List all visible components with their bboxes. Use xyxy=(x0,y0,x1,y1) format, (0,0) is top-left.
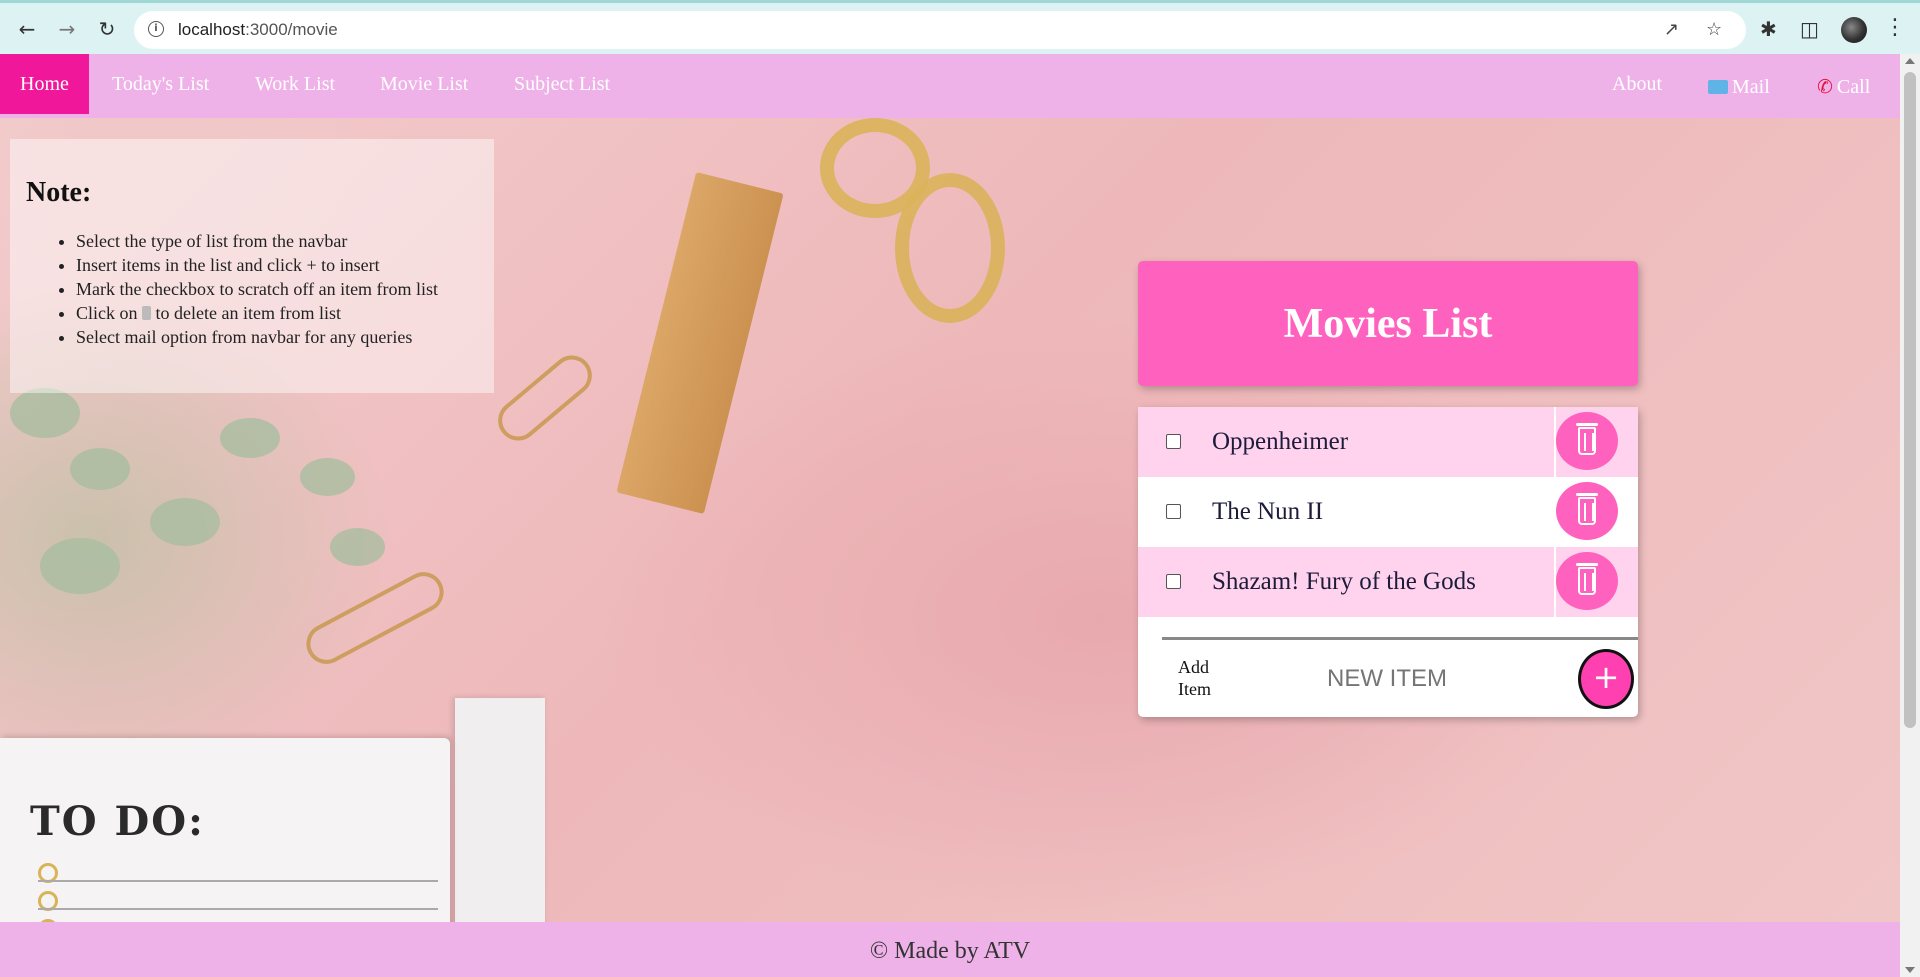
nav-about[interactable]: About xyxy=(1612,54,1662,114)
leaf-decoration xyxy=(300,458,355,496)
navbar: Home Today's List Work List Movie List S… xyxy=(0,54,1900,118)
scroll-up-icon[interactable] xyxy=(1905,58,1915,64)
note-list: Select the type of list from the navbar … xyxy=(76,229,478,349)
leaf-decoration xyxy=(40,538,120,594)
side-panel-icon[interactable]: ◫ xyxy=(1800,17,1819,41)
phone-icon: ✆ xyxy=(1817,76,1833,98)
paperclip-decoration xyxy=(299,565,451,671)
address-bar[interactable]: i localhost:3000/movie ↗ ☆ xyxy=(134,11,1746,49)
url-text: localhost:3000/movie xyxy=(178,20,338,39)
add-button[interactable]: + xyxy=(1578,649,1634,709)
note-panel: Note: Select the type of list from the n… xyxy=(10,139,494,393)
note-item: Click on to delete an item from list xyxy=(76,301,478,325)
note-item: Insert items in the list and click + to … xyxy=(76,253,478,277)
leaf-decoration xyxy=(150,498,220,546)
list-item: The Nun II xyxy=(1138,477,1638,547)
item-checkbox[interactable] xyxy=(1166,434,1181,449)
forward-icon[interactable]: → xyxy=(54,16,80,42)
leaf-decoration xyxy=(70,448,130,490)
nav-todays-list[interactable]: Today's List xyxy=(112,54,209,114)
extensions-icon[interactable]: ✱ xyxy=(1760,17,1777,41)
add-item-label: Add Item xyxy=(1178,657,1211,699)
todo-line xyxy=(38,880,438,882)
delete-button[interactable] xyxy=(1556,412,1618,470)
share-icon[interactable]: ↗ xyxy=(1664,19,1679,40)
trash-icon xyxy=(1576,563,1598,595)
note-item: Mark the checkbox to scratch off an item… xyxy=(76,277,478,301)
note-item: Select the type of list from the navbar xyxy=(76,229,478,253)
nav-work-list[interactable]: Work List xyxy=(255,54,335,114)
scrollbar[interactable] xyxy=(1900,54,1920,977)
scrollbar-thumb[interactable] xyxy=(1904,72,1916,728)
nav-movie-list[interactable]: Movie List xyxy=(380,54,468,114)
nav-mail[interactable]: Mail xyxy=(1708,57,1770,117)
item-name: The Nun II xyxy=(1212,498,1324,525)
nav-subject-list[interactable]: Subject List xyxy=(514,54,610,114)
scroll-down-icon[interactable] xyxy=(1905,967,1915,973)
note-title: Note: xyxy=(26,177,92,208)
nav-home[interactable]: Home xyxy=(0,54,89,114)
leaf-decoration xyxy=(220,418,280,458)
paperclip-decoration xyxy=(490,347,600,449)
leaf-decoration xyxy=(10,388,80,438)
list-title: Movies List xyxy=(1283,300,1493,347)
menu-kebab-icon[interactable]: ⋮ xyxy=(1884,15,1906,40)
item-name: Shazam! Fury of the Gods xyxy=(1212,568,1476,595)
item-checkbox[interactable] xyxy=(1166,504,1181,519)
todo-title: TO DO: xyxy=(30,798,205,845)
item-name: Oppenheimer xyxy=(1212,428,1349,455)
todo-line xyxy=(38,908,438,910)
trash-icon xyxy=(1576,423,1598,455)
new-item-input[interactable] xyxy=(1272,660,1502,698)
reload-icon[interactable]: ↻ xyxy=(94,16,120,42)
list-heading-box: Movies List xyxy=(1138,261,1638,386)
nav-call[interactable]: ✆ Call xyxy=(1817,57,1870,117)
page-viewport: TO DO: Home Today's List Work List Movie… xyxy=(0,54,1900,977)
list-item: Oppenheimer xyxy=(1138,407,1638,477)
delete-button[interactable] xyxy=(1556,552,1618,610)
leaf-decoration xyxy=(330,528,385,566)
trash-icon xyxy=(1576,493,1598,525)
list-item: Shazam! Fury of the Gods xyxy=(1138,547,1638,617)
list-container: Oppenheimer The Nun II Shazam! Fury of t… xyxy=(1138,407,1638,717)
site-info-icon[interactable]: i xyxy=(148,21,164,37)
nav-mail-label: Mail xyxy=(1732,76,1770,98)
bookmark-star-icon[interactable]: ☆ xyxy=(1706,19,1722,40)
ruler-decoration xyxy=(616,172,784,514)
item-checkbox[interactable] xyxy=(1166,574,1181,589)
note-click-on: Click on xyxy=(76,303,138,323)
back-icon[interactable]: ← xyxy=(14,16,40,42)
add-item-row: Add Item + xyxy=(1162,637,1638,717)
note-delete-text: to delete an item from list xyxy=(155,303,341,323)
note-item: Select mail option from navbar for any q… xyxy=(76,325,478,349)
profile-avatar[interactable] xyxy=(1841,17,1867,43)
browser-toolbar: ← → ↻ i localhost:3000/movie ↗ ☆ ✱ ◫ ⋮ xyxy=(0,0,1920,54)
nav-call-label: Call xyxy=(1836,76,1871,98)
scissors-decoration xyxy=(895,173,1005,323)
footer: © Made by ATV xyxy=(0,922,1900,977)
mail-icon xyxy=(1708,80,1728,94)
delete-button[interactable] xyxy=(1556,482,1618,540)
trash-icon xyxy=(142,306,151,320)
